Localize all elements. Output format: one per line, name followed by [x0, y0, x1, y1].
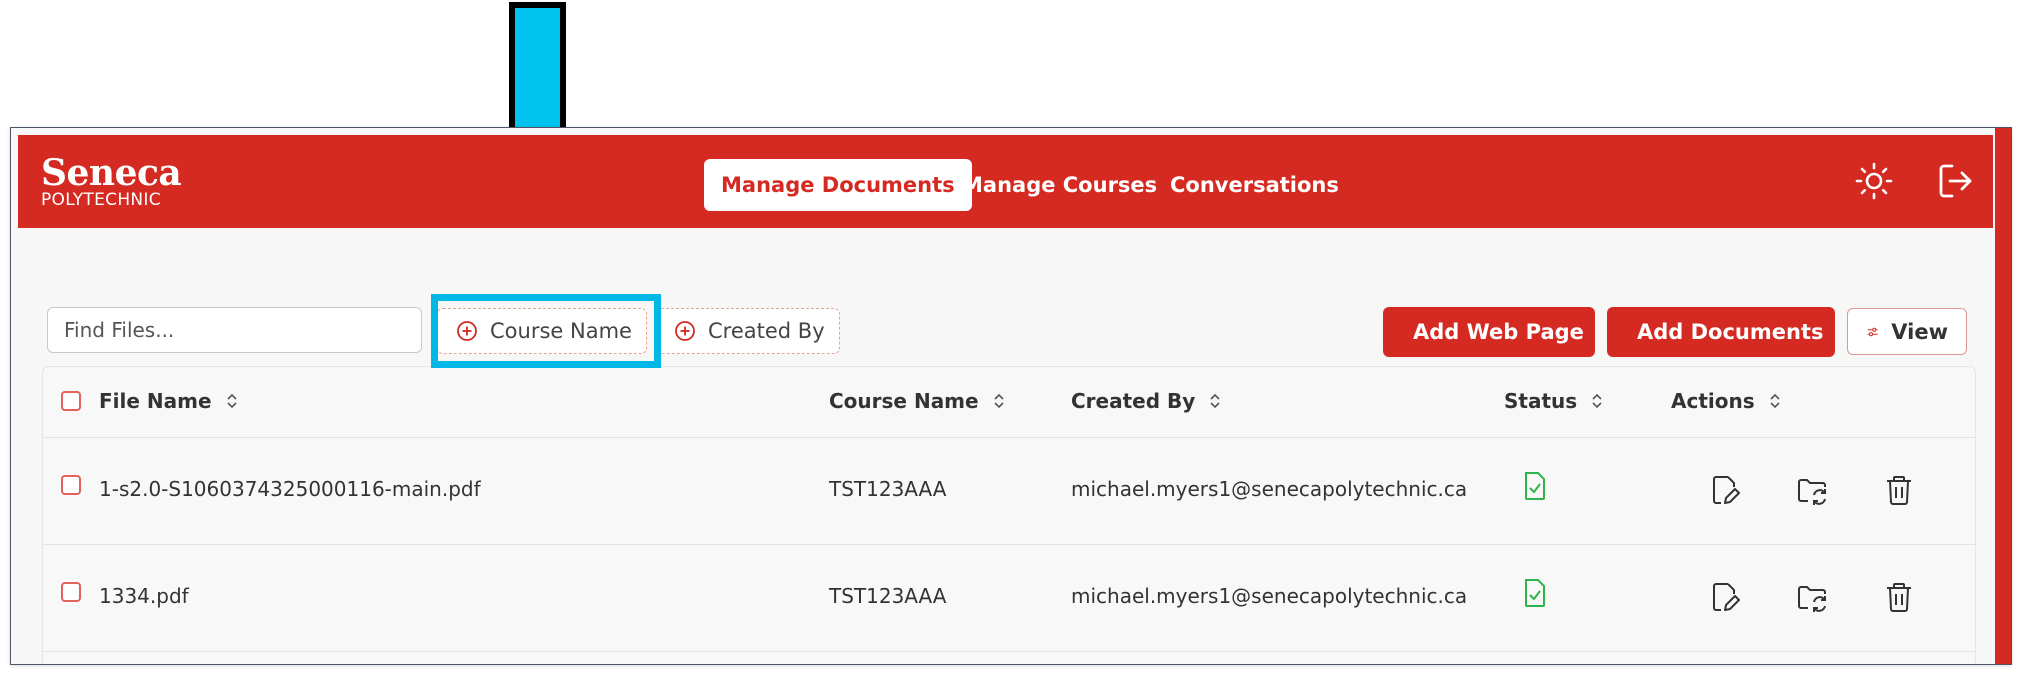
course-name-cell: TST123AAA	[829, 584, 947, 608]
edit-file-icon[interactable]	[1708, 473, 1742, 507]
nav-conversations[interactable]: Conversations	[1153, 159, 1356, 211]
sliders-icon	[1867, 327, 1878, 336]
table-row[interactable]: 1-s2.0-S1060374325000116-main.pdf TST123…	[43, 437, 1975, 545]
edit-file-icon[interactable]	[1708, 580, 1742, 614]
file-check-icon	[1525, 579, 1545, 607]
sort-icon	[226, 393, 237, 409]
sort-icon	[1770, 393, 1780, 409]
app-window: Seneca POLYTECHNIC Manage Documents Mana…	[10, 127, 2012, 665]
column-label: Course Name	[829, 389, 979, 413]
folder-sync-icon[interactable]	[1795, 580, 1829, 614]
add-web-page-label: Add Web Page	[1413, 320, 1584, 344]
created-by-filter-label: Created By	[708, 319, 825, 343]
column-header-status[interactable]: Status	[1504, 389, 1603, 413]
trash-icon[interactable]	[1882, 580, 1916, 614]
column-label: File Name	[99, 389, 212, 413]
logo-line-2: POLYTECHNIC	[41, 190, 161, 210]
column-header-actions[interactable]: Actions	[1671, 389, 1781, 413]
table-header: File Name Course Name Created By Status …	[43, 367, 1975, 438]
column-label: Status	[1504, 389, 1578, 413]
plus-circle-icon	[675, 321, 695, 341]
logout-icon[interactable]	[1936, 161, 1976, 201]
top-navbar: Seneca POLYTECHNIC Manage Documents Mana…	[18, 135, 1993, 228]
file-name-cell[interactable]: 1-s2.0-S1060374325000116-main.pdf	[99, 477, 481, 501]
file-check-icon	[1525, 472, 1545, 500]
window-edge	[1995, 128, 2011, 664]
column-header-created-by[interactable]: Created By	[1071, 389, 1221, 413]
row-checkbox[interactable]	[61, 475, 81, 495]
sort-icon	[994, 393, 1004, 409]
logo-line-1: Seneca	[41, 152, 182, 194]
select-all-checkbox[interactable]	[61, 391, 81, 411]
course-name-cell: TST123AAA	[829, 477, 947, 501]
created-by-cell: michael.myers1@senecapolytechnic.ca	[1071, 584, 1468, 608]
course-name-filter-highlight	[431, 294, 661, 368]
table-row[interactable]: 1334.pdf TST123AAA michael.myers1@seneca…	[43, 544, 1975, 652]
add-documents-button[interactable]: Add Documents	[1607, 307, 1835, 357]
sort-icon	[1592, 393, 1602, 409]
view-label: View	[1891, 319, 1948, 344]
sun-icon[interactable]	[1854, 161, 1894, 201]
created-by-cell: michael.myers1@senecapolytechnic.ca	[1071, 477, 1468, 501]
find-files-input[interactable]	[47, 307, 422, 353]
column-label: Actions	[1671, 389, 1755, 413]
column-label: Created By	[1071, 389, 1196, 413]
documents-table: File Name Course Name Created By Status …	[42, 366, 1976, 664]
trash-icon[interactable]	[1882, 473, 1916, 507]
nav-manage-courses[interactable]: Manage Courses	[945, 159, 1174, 211]
add-web-page-button[interactable]: Add Web Page	[1383, 307, 1595, 357]
created-by-filter-button[interactable]: Created By	[655, 308, 840, 354]
view-button[interactable]: View	[1847, 308, 1967, 355]
nav-manage-documents[interactable]: Manage Documents	[704, 159, 972, 211]
folder-sync-icon[interactable]	[1795, 473, 1829, 507]
seneca-logo[interactable]: Seneca POLYTECHNIC	[41, 152, 182, 210]
column-header-course-name[interactable]: Course Name	[829, 389, 1005, 413]
column-header-file-name[interactable]: File Name	[99, 389, 238, 413]
file-name-cell[interactable]: 1334.pdf	[99, 584, 189, 608]
add-documents-label: Add Documents	[1637, 320, 1824, 344]
row-checkbox[interactable]	[61, 582, 81, 602]
sort-icon	[1210, 393, 1220, 409]
